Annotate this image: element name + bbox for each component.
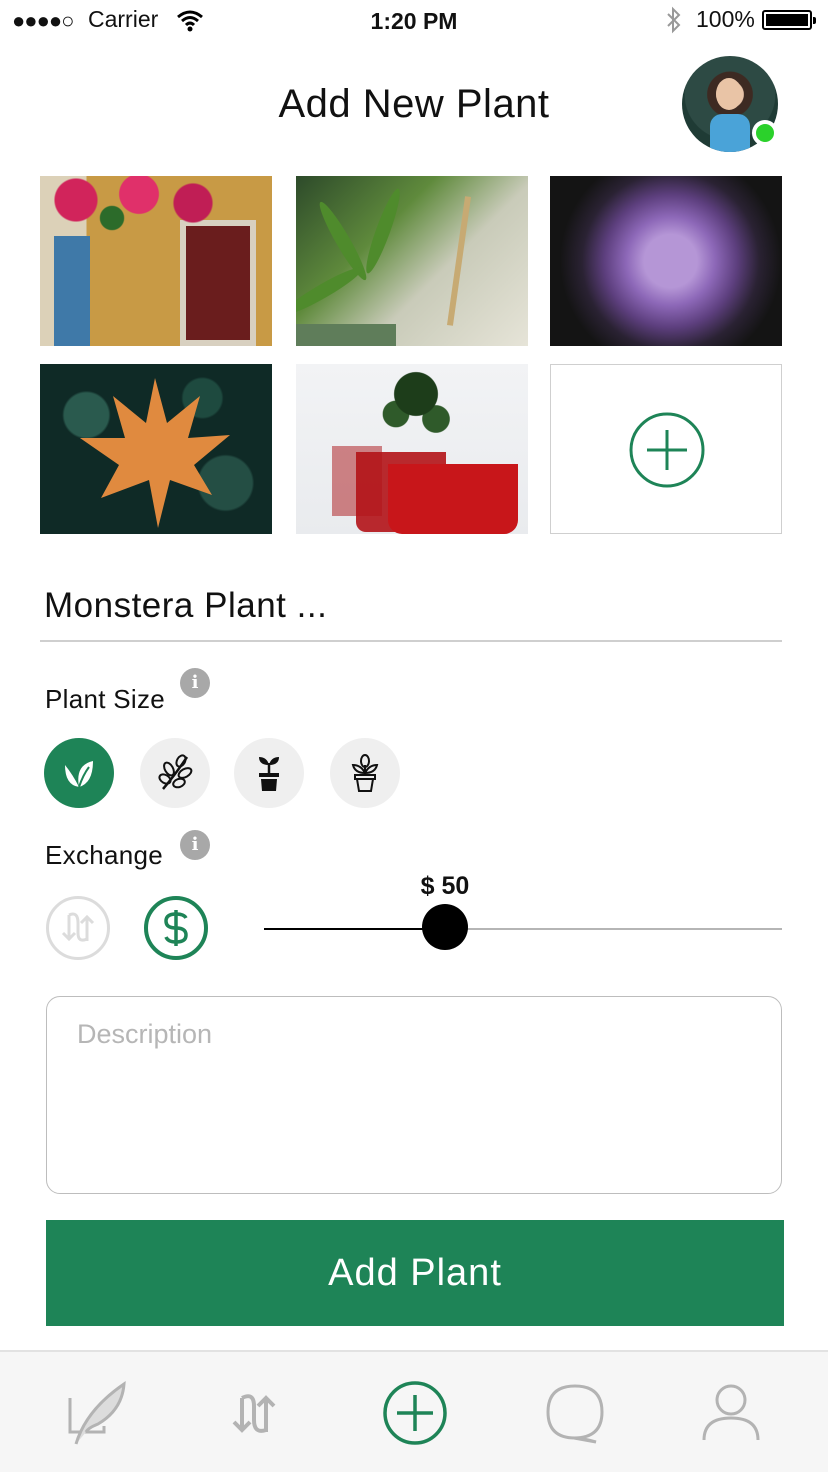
size-option-large[interactable] <box>234 738 304 808</box>
branch-icon <box>158 754 193 790</box>
profile-icon <box>702 1384 760 1441</box>
leaf-icon <box>65 761 93 788</box>
tab-feed[interactable] <box>66 1380 132 1446</box>
feather-edit-icon <box>68 1380 126 1445</box>
plant-photo[interactable] <box>550 176 782 346</box>
add-circle-icon <box>383 1381 447 1445</box>
plant-photo[interactable] <box>296 176 528 346</box>
tab-bar <box>0 1350 828 1472</box>
add-plant-button[interactable]: Add Plant <box>46 1220 784 1326</box>
info-icon[interactable]: i <box>180 668 210 698</box>
flower-pot-icon <box>351 754 379 792</box>
price-value-label: $ 50 <box>420 872 470 900</box>
exchange-label: Exchange <box>45 840 164 870</box>
add-photo-button[interactable] <box>550 364 782 534</box>
dollar-icon <box>164 910 188 946</box>
plant-photo[interactable] <box>40 176 272 346</box>
price-slider-fill <box>264 928 446 930</box>
plant-size-label: Plant Size <box>45 684 166 714</box>
exchange-trade-option[interactable] <box>46 896 110 960</box>
trade-icon <box>61 912 95 942</box>
battery-icon <box>762 10 816 30</box>
exchange-money-option[interactable] <box>144 896 208 960</box>
tab-add[interactable] <box>382 1380 448 1446</box>
tab-profile[interactable] <box>698 1380 764 1446</box>
plant-photo[interactable] <box>296 364 528 534</box>
online-status-dot <box>752 120 778 146</box>
price-slider-thumb[interactable] <box>422 904 469 950</box>
battery-percent: 100% <box>696 6 755 32</box>
chat-bubble-icon <box>546 1384 604 1444</box>
size-option-medium[interactable] <box>140 738 210 808</box>
add-circle-icon <box>629 412 705 493</box>
size-option-small[interactable] <box>44 738 114 808</box>
size-option-xlarge[interactable] <box>330 738 400 808</box>
seedling-pot-icon <box>259 757 279 791</box>
trade-icon <box>232 1394 276 1433</box>
status-bar: ●●●●○ Carrier 1:20 PM 100% <box>0 0 828 40</box>
info-icon[interactable]: i <box>180 830 210 860</box>
tab-messages[interactable] <box>542 1380 608 1446</box>
divider <box>40 640 782 642</box>
tab-exchange[interactable] <box>222 1380 288 1446</box>
plant-name-field[interactable]: Monstera Plant ... <box>44 586 782 626</box>
description-input[interactable] <box>46 996 782 1194</box>
bluetooth-icon <box>664 6 684 39</box>
plant-photo[interactable] <box>40 364 272 534</box>
